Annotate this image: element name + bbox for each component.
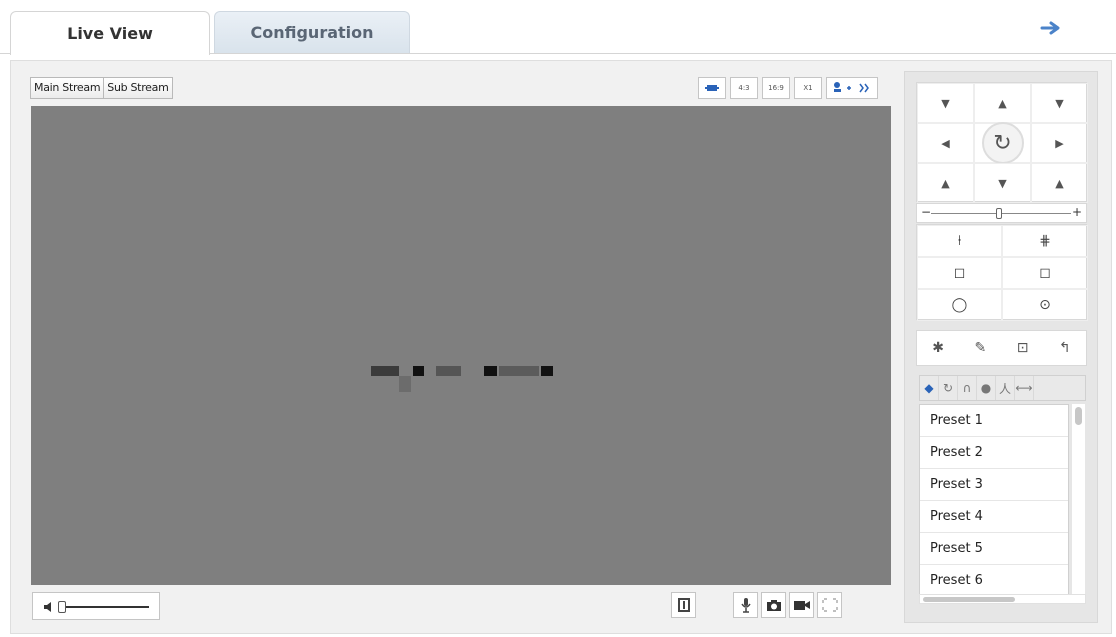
preset-horizontal-scrollbar[interactable] <box>919 594 1086 604</box>
volume-knob[interactable] <box>58 601 66 613</box>
volume-control[interactable] <box>32 592 160 620</box>
ptz-toggle-icon[interactable] <box>826 77 878 99</box>
pan-down-left-icon[interactable]: ▲ <box>917 163 974 203</box>
video-camera-icon[interactable] <box>789 592 814 618</box>
marker-tab-icon[interactable]: ● <box>977 376 996 400</box>
ptz-direction-controls: ▼ ▲ ▼ ◀ ↻ ▶ ▲ ▼ ▲ − + ⍿ ⋕ ◻ ◻ ◯ ⊙ <box>916 82 1088 321</box>
lens-controls: ⍿ ⋕ ◻ ◻ ◯ ⊙ <box>916 224 1088 321</box>
camera-icon[interactable] <box>761 592 786 618</box>
stream-selector: Main Stream Sub Stream <box>30 77 173 99</box>
zoom-in-icon[interactable]: ⋕ <box>1002 225 1088 257</box>
ratio-4-3-button[interactable]: 4:3 <box>730 77 758 99</box>
pan-right-icon[interactable]: ▶ <box>1031 123 1088 163</box>
return-icon[interactable]: ↰ <box>1044 331 1086 365</box>
ptz-aux-controls: ✱ ✎ ⊡ ↰ <box>916 330 1087 366</box>
main-stream-button[interactable]: Main Stream <box>30 77 105 99</box>
ratio-16-9-button[interactable]: 16:9 <box>762 77 790 99</box>
range-tab-icon[interactable]: ⟷ <box>1015 376 1034 400</box>
preset-tab-icon[interactable]: ◆ <box>920 376 939 400</box>
scrollbar-thumb[interactable] <box>923 597 1015 602</box>
ptz-speed-slider[interactable]: − + <box>916 203 1087 223</box>
video-pixel-block <box>371 366 399 376</box>
pan-down-icon[interactable]: ▼ <box>974 163 1031 203</box>
video-pixel-block <box>399 376 411 392</box>
video-pixel-block <box>436 366 461 376</box>
list-item[interactable]: Preset 4 <box>920 501 1068 533</box>
light-icon[interactable]: ✱ <box>917 331 959 365</box>
speaker-icon[interactable] <box>43 600 57 614</box>
sub-stream-button[interactable]: Sub Stream <box>104 77 173 99</box>
pan-up-icon[interactable]: ▲ <box>974 83 1031 123</box>
top-navigation: Live View Configuration <box>0 0 1116 55</box>
preset-vertical-scrollbar[interactable] <box>1071 404 1085 595</box>
video-pixel-block <box>484 366 497 376</box>
preset-list: Preset 1 Preset 2 Preset 3 Preset 4 Pres… <box>919 404 1069 595</box>
video-pixel-block <box>499 366 539 376</box>
pan-down-right-icon[interactable]: ▲ <box>1031 163 1088 203</box>
slider-knob[interactable] <box>996 208 1002 219</box>
wiper-icon[interactable]: ✎ <box>959 331 1001 365</box>
pan-left-icon[interactable]: ◀ <box>917 123 974 163</box>
video-pixel-block <box>413 366 424 376</box>
focus-near-icon[interactable]: ◻ <box>917 257 1002 289</box>
list-item[interactable]: Preset 1 <box>920 405 1068 437</box>
patrol-tab-icon[interactable]: ↻ <box>939 376 958 400</box>
microphone-icon[interactable] <box>733 592 758 618</box>
ptz-center: ↻ <box>974 122 1031 164</box>
minus-icon[interactable]: − <box>921 205 931 219</box>
volume-slider[interactable] <box>63 606 149 608</box>
zoom-out-icon[interactable]: ⍿ <box>917 225 1002 257</box>
pan-up-right-icon[interactable]: ▼ <box>1031 83 1088 123</box>
person-tab-icon[interactable]: 人 <box>996 376 1015 400</box>
scrollbar-thumb[interactable] <box>1075 407 1082 425</box>
tab-live-view[interactable]: Live View <box>10 11 210 55</box>
logout-icon[interactable] <box>1040 20 1062 36</box>
rotate-icon[interactable]: ↻ <box>981 122 1024 164</box>
plus-icon[interactable]: + <box>1072 205 1082 219</box>
iris-open-icon[interactable]: ◯ <box>917 289 1002 321</box>
list-item[interactable]: Preset 2 <box>920 437 1068 469</box>
focus-assist-icon[interactable]: ⊡ <box>1002 331 1044 365</box>
3d-position-icon[interactable] <box>817 592 842 618</box>
list-item[interactable]: Preset 6 <box>920 565 1068 594</box>
video-pixel-block <box>541 366 553 376</box>
focus-far-icon[interactable]: ◻ <box>1002 257 1088 289</box>
pan-up-left-icon[interactable]: ▼ <box>917 83 974 123</box>
fullscreen-toggle-icon[interactable] <box>671 592 696 618</box>
video-display[interactable] <box>31 106 891 585</box>
preset-tabs: ◆ ↻ ∩ ● 人 ⟷ <box>919 375 1086 401</box>
list-item[interactable]: Preset 3 <box>920 469 1068 501</box>
scale-x1-button[interactable]: X1 <box>794 77 822 99</box>
pattern-tab-icon[interactable]: ∩ <box>958 376 977 400</box>
view-toolbar: 4:3 16:9 X1 <box>698 77 878 99</box>
tab-configuration[interactable]: Configuration <box>214 11 410 53</box>
fit-window-icon[interactable] <box>698 77 726 99</box>
list-item[interactable]: Preset 5 <box>920 533 1068 565</box>
iris-close-icon[interactable]: ⊙ <box>1002 289 1088 321</box>
